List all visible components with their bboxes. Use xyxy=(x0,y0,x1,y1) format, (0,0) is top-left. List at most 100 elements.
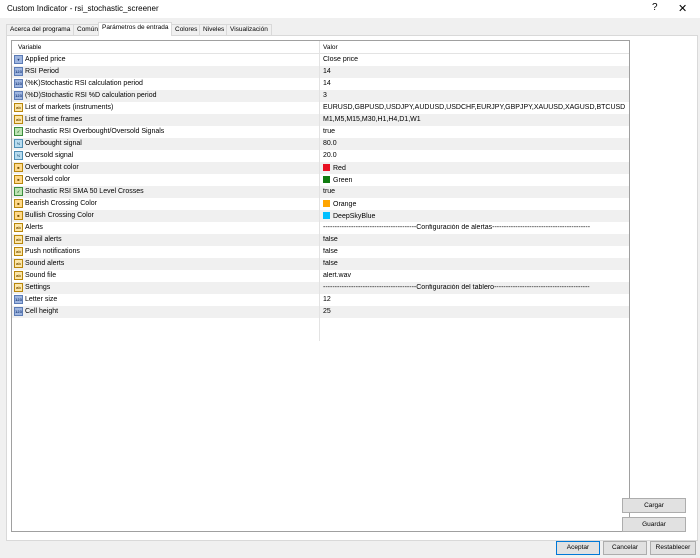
parameter-value-text: 3 xyxy=(323,92,327,99)
column-header-value[interactable]: Valor xyxy=(323,44,338,51)
load-button[interactable]: Cargar xyxy=(622,498,686,513)
color-icon: ■ xyxy=(14,175,23,184)
parameters-grid: Variable Valor ▾ Applied price Close price… xyxy=(11,40,630,532)
parameter-value-text: alert.wav xyxy=(323,272,352,279)
tab-colors[interactable]: Colores xyxy=(171,24,202,35)
help-button[interactable]: ? xyxy=(652,2,658,13)
parameter-name: Settings xyxy=(25,284,51,291)
parameter-value[interactable]: Green xyxy=(323,176,625,184)
reset-button[interactable]: Restablecer xyxy=(650,541,696,555)
parameter-value-text: 14 xyxy=(323,80,331,87)
tab-levels[interactable]: Niveles xyxy=(199,24,229,35)
save-button[interactable]: Guardar xyxy=(622,517,686,532)
parameter-value-text: 14 xyxy=(323,68,331,75)
color-icon: ■ xyxy=(14,211,23,220)
string-icon: ab xyxy=(14,103,23,112)
color-swatch xyxy=(323,176,330,183)
parameter-value[interactable]: 14 xyxy=(323,68,625,75)
enum-icon: ▾ xyxy=(14,55,23,64)
parameter-value-text: true xyxy=(323,128,336,135)
color-icon: ■ xyxy=(14,163,23,172)
parameter-value-text: 80.0 xyxy=(323,140,337,147)
parameter-value[interactable]: false xyxy=(323,236,625,243)
parameter-name: Bullish Crossing Color xyxy=(25,212,94,219)
cancel-button[interactable]: Cancelar xyxy=(603,541,647,555)
string-icon: ab xyxy=(14,283,23,292)
parameter-value-text: Red xyxy=(333,165,346,172)
string-icon: ab xyxy=(14,247,23,256)
parameter-value-text: true xyxy=(323,188,336,195)
parameter-value[interactable]: 80.0 xyxy=(323,140,625,147)
parameter-name: Bearish Crossing Color xyxy=(25,200,97,207)
parameter-value-text: Close price xyxy=(323,56,359,63)
parameter-name: (%D)Stochastic RSI %D calculation period xyxy=(25,92,157,99)
parameter-value[interactable]: Orange xyxy=(323,200,625,208)
parameter-value[interactable]: Close price xyxy=(323,56,625,63)
bool-icon: ✓ xyxy=(14,187,23,196)
close-button[interactable]: ✕ xyxy=(678,2,687,15)
tab-visualization[interactable]: Visualización xyxy=(226,24,272,35)
parameter-name: Stochastic RSI Overbought/Oversold Signa… xyxy=(25,128,165,135)
int-icon: 123 xyxy=(14,79,23,88)
double-icon: ½ xyxy=(14,139,23,148)
table-row[interactable]: 123 Cell height 25 xyxy=(12,306,629,319)
parameter-value[interactable]: Red xyxy=(323,164,625,172)
string-icon: ab xyxy=(14,223,23,232)
parameter-value[interactable]: false xyxy=(323,260,625,267)
parameter-name: Overbought color xyxy=(25,164,79,171)
parameter-value-text: DeepSkyBlue xyxy=(333,213,376,220)
parameter-name: Push notifications xyxy=(25,248,80,255)
parameter-value-text: M1,M5,M15,M30,H1,H4,D1,W1 xyxy=(323,116,421,123)
parameter-value[interactable]: 25 xyxy=(323,308,625,315)
parameter-value[interactable]: false xyxy=(323,248,625,255)
parameter-value[interactable]: true xyxy=(323,128,625,135)
parameter-value-text: ----------------------------------------… xyxy=(323,224,591,231)
color-swatch xyxy=(323,200,330,207)
parameter-value-text: 12 xyxy=(323,296,331,303)
parameter-value[interactable]: 12 xyxy=(323,296,625,303)
accept-button[interactable]: Aceptar xyxy=(556,541,600,555)
parameter-value-text: false xyxy=(323,236,338,243)
parameter-name: Oversold signal xyxy=(25,152,74,159)
parameter-value[interactable]: 20.0 xyxy=(323,152,625,159)
tab-input-parameters[interactable]: Parámetros de entrada xyxy=(98,22,173,36)
parameter-name: Alerts xyxy=(25,224,43,231)
parameter-value-text: ----------------------------------------… xyxy=(323,284,590,291)
parameter-value-text: EURUSD,GBPUSD,USDJPY,AUDUSD,USDCHF,EURJP… xyxy=(323,104,625,111)
int-icon: 123 xyxy=(14,67,23,76)
bool-icon: ✓ xyxy=(14,127,23,136)
tab-panel: Variable Valor ▾ Applied price Close price… xyxy=(6,35,698,541)
parameter-value[interactable]: ----------------------------------------… xyxy=(323,284,625,291)
parameter-value-text: false xyxy=(323,248,338,255)
column-separator xyxy=(319,41,320,341)
tab-about[interactable]: Acerca del programa xyxy=(6,24,75,35)
parameter-value-text: false xyxy=(323,260,338,267)
parameter-value-text: Green xyxy=(333,177,353,184)
parameter-value-text: 20.0 xyxy=(323,152,337,159)
int-icon: 123 xyxy=(14,91,23,100)
parameter-value[interactable]: ----------------------------------------… xyxy=(323,224,625,231)
column-header-variable[interactable]: Variable xyxy=(18,44,41,51)
parameter-name: Email alerts xyxy=(25,236,62,243)
parameter-value[interactable]: M1,M5,M15,M30,H1,H4,D1,W1 xyxy=(323,116,625,123)
color-swatch xyxy=(323,164,330,171)
parameter-name: Applied price xyxy=(25,56,66,63)
parameter-value[interactable]: true xyxy=(323,188,625,195)
parameter-name: Overbought signal xyxy=(25,140,82,147)
parameter-value[interactable]: EURUSD,GBPUSD,USDJPY,AUDUSD,USDCHF,EURJP… xyxy=(323,104,625,111)
grid-header: Variable Valor xyxy=(12,41,629,54)
parameter-name: List of markets (instruments) xyxy=(25,104,114,111)
string-icon: ab xyxy=(14,259,23,268)
parameter-value[interactable]: 14 xyxy=(323,80,625,87)
parameter-name: Oversold color xyxy=(25,176,71,183)
parameter-value[interactable]: DeepSkyBlue xyxy=(323,212,625,220)
parameter-value-text: 25 xyxy=(323,308,331,315)
parameter-name: Letter size xyxy=(25,296,58,303)
string-icon: ab xyxy=(14,235,23,244)
string-icon: ab xyxy=(14,271,23,280)
color-icon: ■ xyxy=(14,199,23,208)
parameter-value[interactable]: alert.wav xyxy=(323,272,625,279)
window-title: Custom Indicator - rsi_stochastic_screen… xyxy=(7,4,159,13)
parameter-value[interactable]: 3 xyxy=(323,92,625,99)
double-icon: ½ xyxy=(14,151,23,160)
